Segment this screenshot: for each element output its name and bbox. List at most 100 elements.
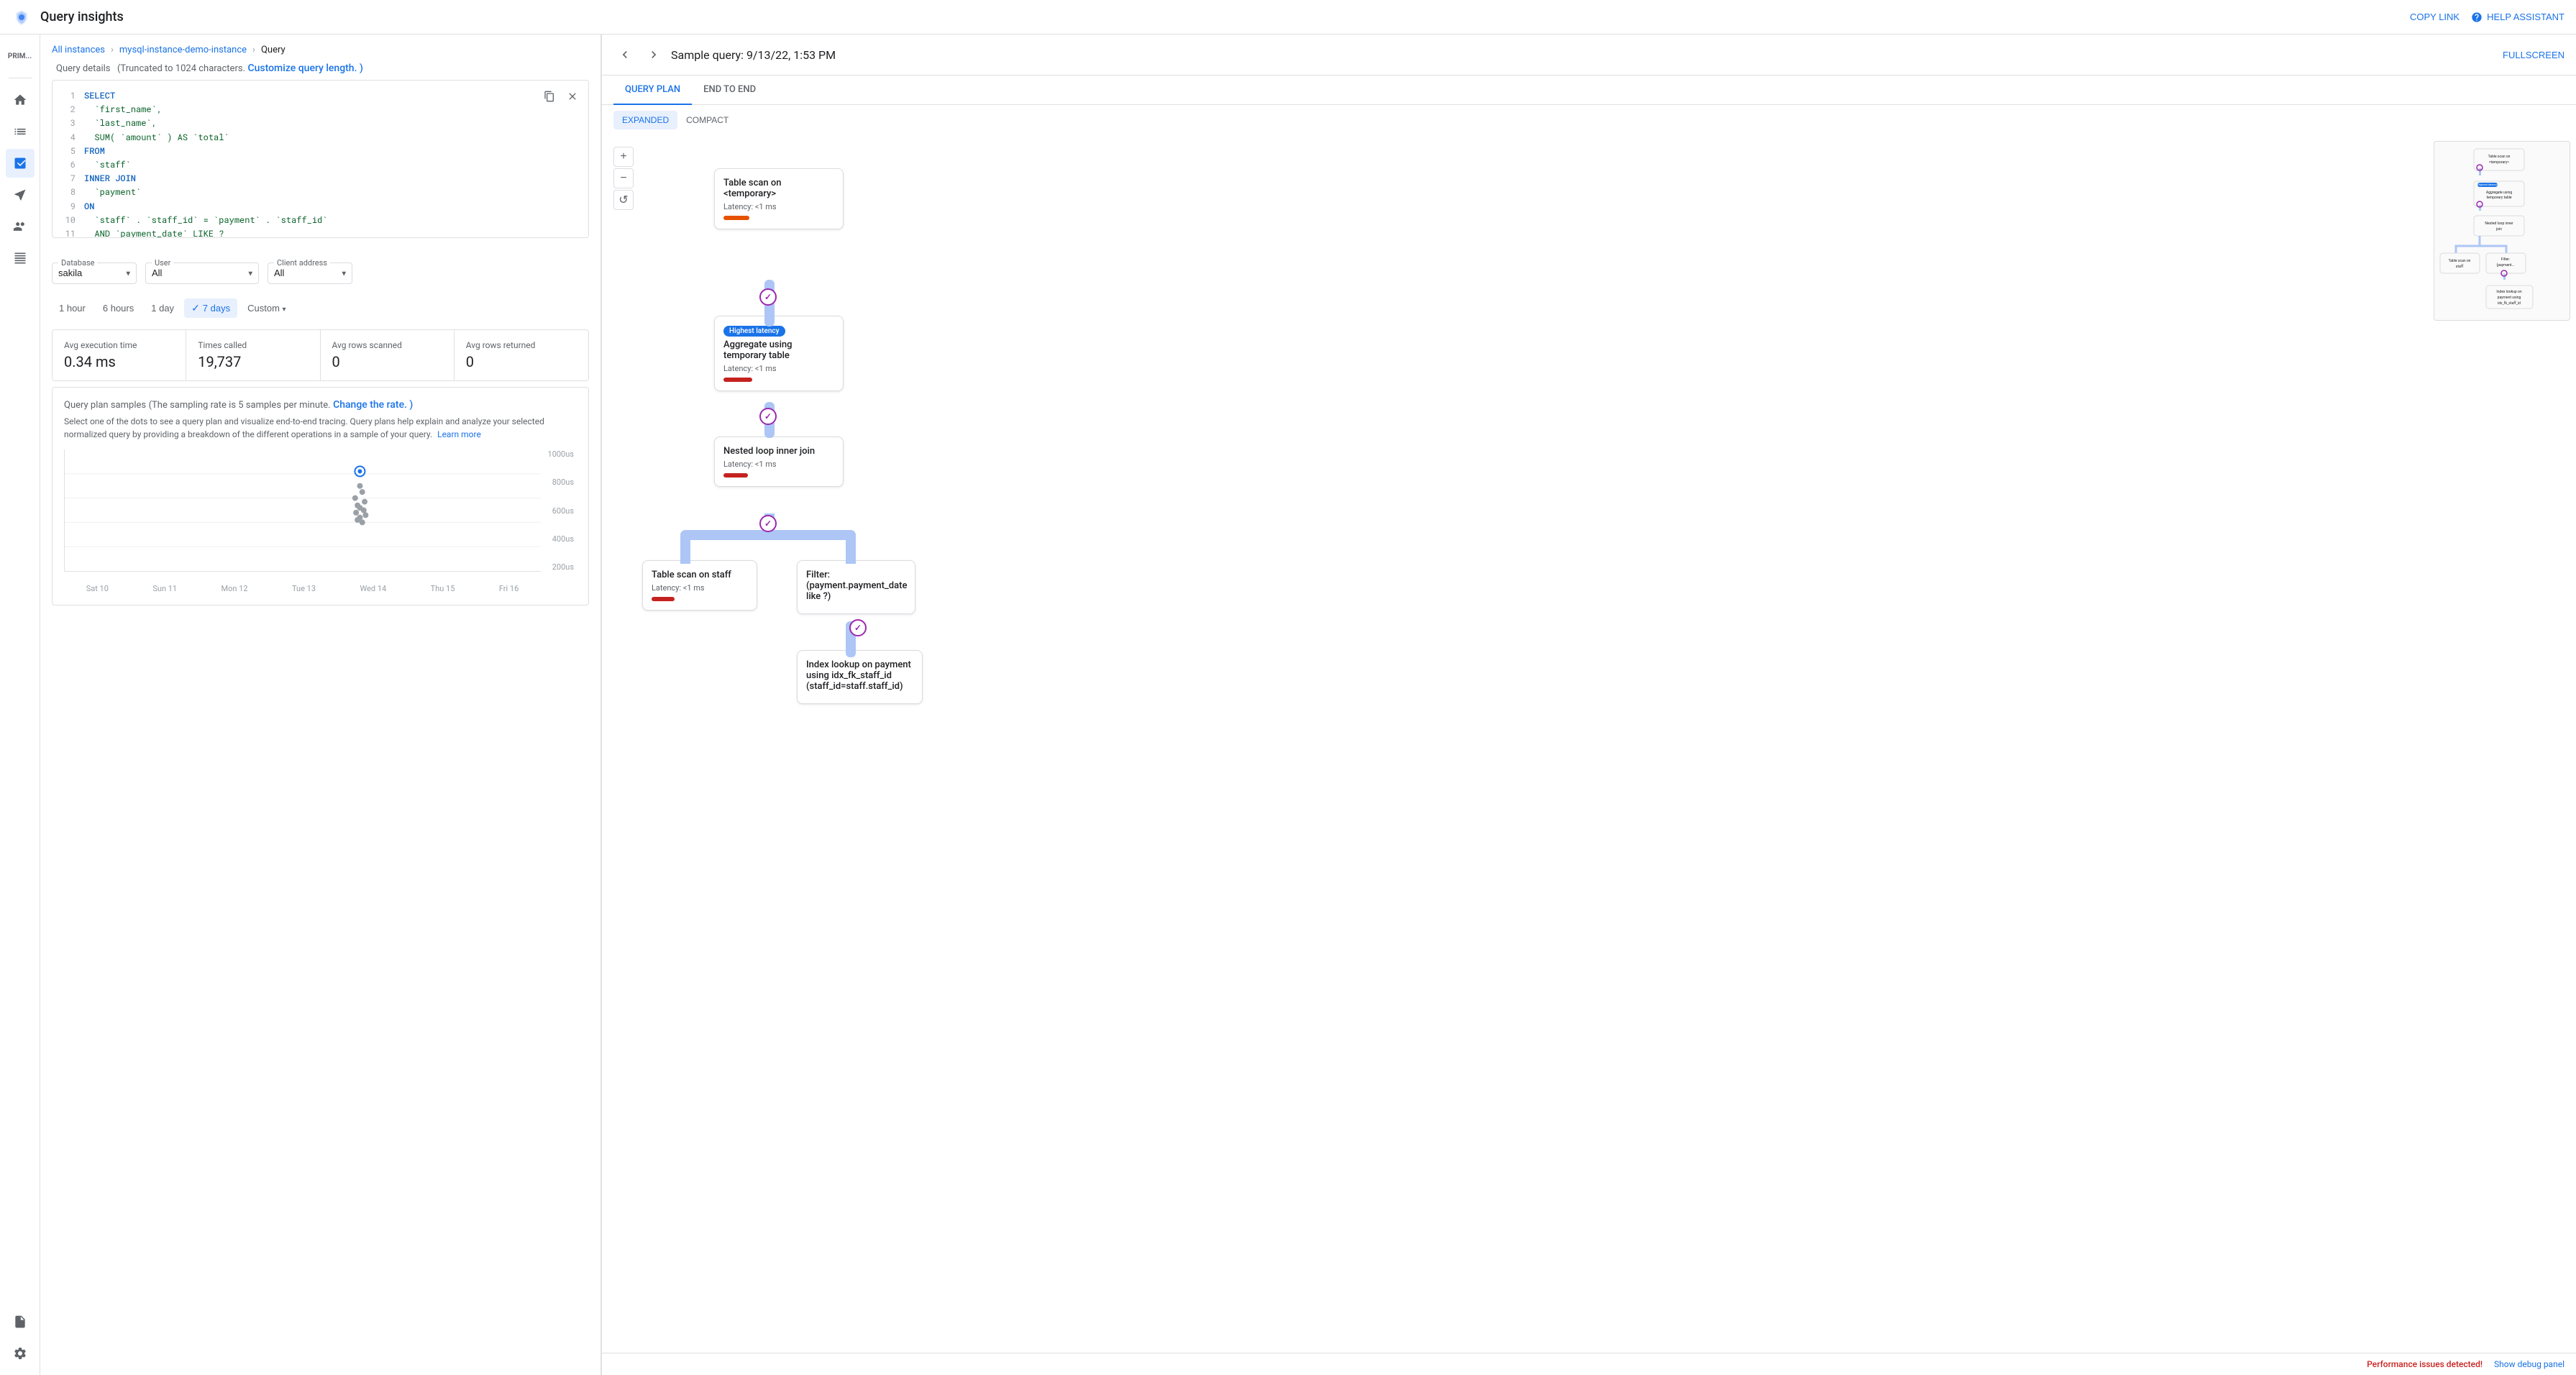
client-address-fieldset: Client address All ▾ <box>268 258 352 284</box>
help-assistant-button[interactable]: HELP ASSISTANT <box>2471 12 2564 23</box>
next-sample-button[interactable] <box>642 43 665 66</box>
plan-node-3[interactable]: Nested loop inner join Latency: <1 ms <box>714 437 844 487</box>
sidebar-item-logs[interactable] <box>6 1307 35 1336</box>
chart-dot[interactable] <box>360 489 365 495</box>
chart-dot[interactable] <box>357 483 362 489</box>
user-select-wrapper: All ▾ <box>152 268 252 279</box>
sidebar-item-activity[interactable] <box>6 117 35 146</box>
database-select[interactable]: sakila <box>58 268 130 278</box>
code-actions <box>539 86 583 106</box>
stat-avg-execution: Avg execution time 0.34 ms <box>52 330 186 380</box>
top-bar: Query insights COPY LINK HELP ASSISTANT <box>0 0 2576 35</box>
breadcrumb-instance[interactable]: mysql-instance-demo-instance <box>119 45 247 55</box>
settings-icon <box>13 1346 27 1361</box>
close-icon <box>567 91 578 102</box>
sidebar: PRIM... <box>0 35 40 1375</box>
stat-times-called: Times called 19,737 <box>186 330 320 380</box>
logs-icon <box>13 1315 27 1329</box>
svg-text:Filter:: Filter: <box>2501 257 2510 262</box>
sidebar-item-route[interactable] <box>6 181 35 209</box>
prev-sample-button[interactable] <box>613 43 636 66</box>
plan-node-2[interactable]: Highest latency Aggregate using temporar… <box>714 316 844 391</box>
close-code-button[interactable] <box>562 86 583 106</box>
time-7days-button[interactable]: ✓ 7 days <box>184 298 237 318</box>
connector-2: ✓ <box>759 408 777 425</box>
zoom-in-button[interactable]: + <box>613 147 634 167</box>
sidebar-item-insights[interactable] <box>6 149 35 178</box>
copy-icon <box>544 91 555 102</box>
plan-node-1[interactable]: Table scan on <temporary> Latency: <1 ms <box>714 168 844 229</box>
code-line-6: 6 `staff` <box>61 158 580 172</box>
chart-area: 1000us 800us 600us 400us 200us <box>64 449 577 593</box>
code-line-7: 7INNER JOIN <box>61 172 580 186</box>
code-line-2: 2 `first_name`, <box>61 103 580 117</box>
customize-query-length-link[interactable]: Customize query length. ) <box>247 63 362 74</box>
client-address-label: Client address <box>274 258 330 268</box>
svg-text:Table scan on: Table scan on <box>2449 259 2471 263</box>
app-logo-icon <box>12 7 32 27</box>
chart-dot[interactable] <box>362 499 367 505</box>
sidebar-item-settings[interactable] <box>6 1339 35 1368</box>
sidebar-item-users[interactable] <box>6 212 35 241</box>
node4-latency-bar <box>652 597 675 601</box>
right-panel: Sample query: 9/13/22, 1:53 PM FULLSCREE… <box>602 35 2576 1375</box>
zoom-out-button[interactable]: − <box>613 168 634 188</box>
chevron-left-icon <box>618 47 632 62</box>
user-select[interactable]: All <box>152 268 252 278</box>
copy-link-button[interactable]: COPY LINK <box>2410 12 2459 22</box>
database-filter-group: Database sakila ▾ <box>52 258 137 284</box>
svg-text:temporary table: temporary table <box>2486 196 2511 200</box>
code-line-5: 5FROM <box>61 145 580 158</box>
learn-more-link[interactable]: Learn more <box>437 429 481 439</box>
database-fieldset: Database sakila ▾ <box>52 258 137 284</box>
zoom-reset-button[interactable]: ↺ <box>613 190 634 210</box>
chart-dot[interactable] <box>362 512 368 518</box>
node2-latency: Latency: <1 ms <box>723 364 834 373</box>
query-plan-description: Select one of the dots to see a query pl… <box>64 415 577 441</box>
time-1day-button[interactable]: 1 day <box>144 299 181 317</box>
tab-end-to-end[interactable]: END TO END <box>692 76 767 105</box>
chart-svg <box>65 449 541 571</box>
view-expanded-button[interactable]: EXPANDED <box>613 111 677 129</box>
copy-code-button[interactable] <box>539 86 559 106</box>
time-1hour-button[interactable]: 1 hour <box>52 299 93 317</box>
database-select-wrapper: sakila ▾ <box>58 268 130 279</box>
chart-dot[interactable] <box>360 519 365 525</box>
fullscreen-button[interactable]: FULLSCREEN <box>2503 50 2564 60</box>
custom-dropdown-arrow: ▾ <box>283 306 286 314</box>
sidebar-item-prim[interactable]: PRIM... <box>6 42 35 70</box>
breadcrumb-current: Query <box>261 45 286 55</box>
breadcrumb-all-instances[interactable]: All instances <box>52 45 105 55</box>
change-rate-link[interactable]: Change the rate. ) <box>333 399 413 411</box>
plan-node-4[interactable]: Table scan on staff Latency: <1 ms <box>642 560 757 611</box>
query-plan-area: + − ↺ <box>602 135 2576 1353</box>
sample-header: Sample query: 9/13/22, 1:53 PM FULLSCREE… <box>602 35 2576 76</box>
insights-icon <box>13 156 27 170</box>
query-details-title: Query details (Truncated to 1024 charact… <box>52 63 589 74</box>
stats-row: Avg execution time 0.34 ms Times called … <box>52 329 589 381</box>
node4-latency: Latency: <1 ms <box>652 583 748 593</box>
svg-text:Highest latency: Highest latency <box>2477 183 2498 186</box>
svg-text:(payment...: (payment... <box>2497 262 2515 268</box>
sample-title: Sample query: 9/13/22, 1:53 PM <box>671 48 2497 62</box>
node3-latency-bar <box>723 473 748 478</box>
plan-node-5[interactable]: Filter: (payment.payment_date like ?) <box>797 560 915 614</box>
view-compact-button[interactable]: COMPACT <box>677 111 737 129</box>
show-debug-panel-link[interactable]: Show debug panel <box>2494 1359 2564 1369</box>
tab-query-plan[interactable]: QUERY PLAN <box>613 76 692 105</box>
chart-y-labels: 1000us 800us 600us 400us 200us <box>541 449 577 572</box>
sidebar-item-tables[interactable] <box>6 244 35 273</box>
chart-canvas <box>64 449 541 572</box>
time-6hours-button[interactable]: 6 hours <box>96 299 141 317</box>
performance-issues-text[interactable]: Performance issues detected! <box>2367 1359 2483 1369</box>
breadcrumb-sep-1: › <box>111 45 114 55</box>
client-address-select[interactable]: All <box>274 268 346 278</box>
chart-dot[interactable] <box>353 510 359 516</box>
time-range: 1 hour 6 hours 1 day ✓ 7 days Custom ▾ <box>40 293 600 324</box>
time-custom-button[interactable]: Custom ▾ <box>240 299 293 317</box>
sidebar-item-home[interactable] <box>6 86 35 114</box>
plan-node-6[interactable]: Index lookup on payment using idx_fk_sta… <box>797 650 923 704</box>
chart-dot[interactable] <box>352 495 358 501</box>
top-bar-actions: COPY LINK HELP ASSISTANT <box>2410 12 2564 23</box>
highest-latency-badge: Highest latency <box>723 326 785 337</box>
